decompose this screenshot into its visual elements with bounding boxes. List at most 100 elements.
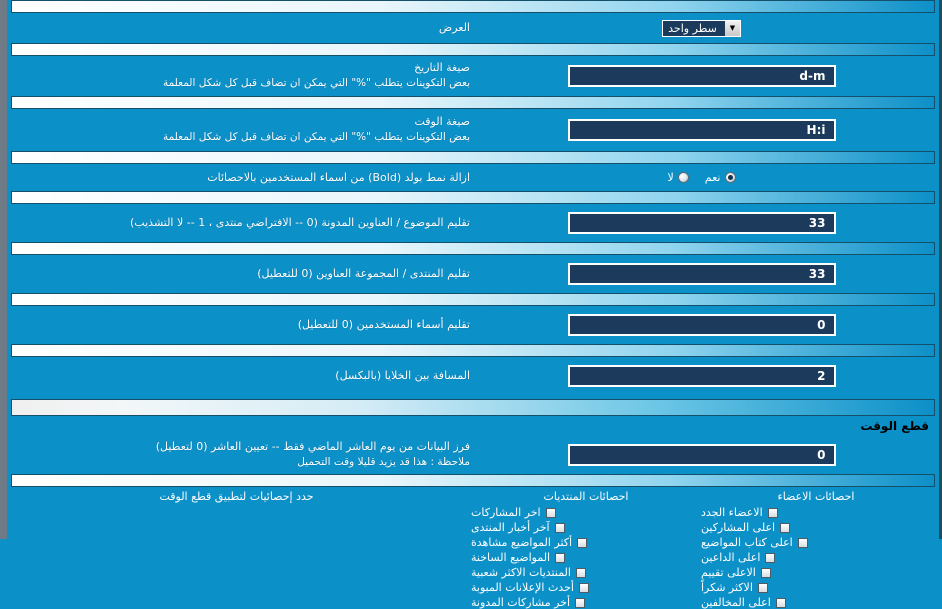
members-stats-list: الاعضاء الجدد اعلى المشاركين اعلى كتاب ا…	[701, 503, 931, 609]
radio-no-icon[interactable]	[677, 172, 689, 183]
row-trim-forum: تقليم المنتدى / المجموعة العناوين (0 للت…	[7, 255, 939, 293]
trim-thread-label: تقليم الموضوع / العناوين المدونة (0 -- ا…	[130, 216, 470, 230]
checkbox-label: الاعضاء الجدد	[701, 506, 763, 519]
checkbox-row[interactable]: المنتديات الاكثر شعبية	[471, 566, 586, 579]
checkbox-icon[interactable]	[545, 507, 556, 518]
separator-6	[11, 293, 935, 306]
separator-8	[11, 474, 935, 487]
trim-username-input[interactable]	[567, 314, 836, 336]
checkbox-row[interactable]: اعلى المخالفين	[701, 596, 786, 609]
checkbox-icon[interactable]	[797, 537, 808, 548]
row-time-format: صيغة الوقت بعض التكوينات يتطلب "%" التي …	[7, 109, 939, 151]
row-trim-thread: تقليم الموضوع / العناوين المدونة (0 -- ا…	[7, 204, 939, 242]
checkbox-label: اعلى المخالفين	[701, 596, 771, 609]
checkbox-label: اخر المشاركات	[471, 506, 541, 519]
checkbox-icon[interactable]	[575, 597, 586, 608]
stats-columns-body: الاعضاء الجدد اعلى المشاركين اعلى كتاب ا…	[7, 503, 939, 609]
members-column-header: احصائات الاعضاء	[777, 490, 855, 503]
date-format-input[interactable]	[567, 65, 836, 87]
checkbox-icon[interactable]	[760, 567, 771, 578]
checkbox-row[interactable]: اعلى الداعين	[701, 551, 776, 564]
time-cut-days-input[interactable]	[567, 444, 836, 466]
cell-spacing-input[interactable]	[567, 365, 836, 387]
checkbox-icon[interactable]	[757, 582, 768, 593]
checkbox-icon[interactable]	[577, 537, 588, 548]
checkbox-row[interactable]: الاعضاء الجدد	[701, 506, 778, 519]
time-cut-days-label-text: فرز البيانات من يوم العاشر الماضي فقط --…	[155, 440, 470, 454]
separator-5	[11, 242, 935, 255]
trim-thread-input[interactable]	[567, 212, 836, 234]
trim-forum-input[interactable]	[567, 263, 836, 285]
checkbox-label: اعلى كتاب المواضيع	[701, 536, 793, 549]
checkbox-label: أخر مشاركات المدونة	[471, 596, 571, 609]
separator-3	[11, 151, 935, 164]
row-trim-username: تقليم أسماء المستخدمين (0 للتعطيل)	[7, 306, 939, 344]
separator-2	[11, 96, 935, 109]
checkbox-icon[interactable]	[578, 582, 589, 593]
checkbox-icon[interactable]	[765, 552, 776, 563]
admin-settings-page: ▼ سطر واحد العرض صيغة التاريخ بعض التكوي…	[0, 0, 942, 609]
time-format-label-text: صيغة الوقت	[414, 115, 470, 129]
checkbox-label: اعلى المشاركين	[701, 521, 776, 534]
display-select-value: سطر واحد	[668, 21, 717, 35]
checkbox-label: المواضيع الساخنة	[471, 551, 551, 564]
trim-username-label: تقليم أسماء المستخدمين (0 للتعطيل)	[297, 318, 470, 332]
remove-bold-radiogroup: نعم لا	[668, 171, 736, 184]
display-select[interactable]: ▼ سطر واحد	[662, 19, 741, 37]
time-format-field	[472, 119, 931, 141]
display-label: العرض	[438, 21, 470, 35]
checkbox-row[interactable]: أخر مشاركات المدونة	[471, 596, 586, 609]
stats-columns-header: احصائات الاعضاء احصائات المنتديات حدد إح…	[7, 490, 939, 503]
checkbox-row[interactable]: الاعلى تقييم	[701, 566, 771, 579]
time-cut-days-label: فرز البيانات من يوم العاشر الماضي فقط --…	[15, 439, 472, 470]
cell-spacing-field	[472, 365, 931, 387]
checkbox-label: آخر أخبار المنتدى	[471, 521, 550, 534]
checkbox-row[interactable]: آخر أخبار المنتدى	[471, 521, 565, 534]
checkbox-label: أكثر المواضيع مشاهدة	[471, 536, 573, 549]
remove-bold-field: نعم لا	[472, 171, 931, 184]
time-format-hint: بعض التكوينات يتطلب "%" التي يمكن ان تضا…	[162, 131, 470, 144]
checkbox-label: اعلى الداعين	[701, 551, 761, 564]
time-format-label: صيغة الوقت بعض التكوينات يتطلب "%" التي …	[15, 114, 472, 145]
date-format-label-text: صيغة التاريخ	[414, 61, 470, 75]
time-format-input[interactable]	[567, 119, 836, 141]
display-select-field: ▼ سطر واحد	[472, 19, 931, 37]
trim-username-field	[472, 314, 931, 336]
date-format-hint: بعض التكوينات يتطلب "%" التي يمكن ان تضا…	[162, 77, 470, 90]
checkbox-icon[interactable]	[575, 567, 586, 578]
checkbox-row[interactable]: أحدث الإعلانات المبوبة	[471, 581, 589, 594]
checkbox-icon[interactable]	[775, 597, 786, 608]
checkbox-icon[interactable]	[554, 522, 565, 533]
forums-column-header: احصائات المنتديات	[543, 490, 629, 503]
separator-1	[11, 43, 935, 56]
radio-option-no[interactable]: لا	[668, 171, 689, 184]
checkbox-row[interactable]: اعلى كتاب المواضيع	[701, 536, 808, 549]
checkbox-icon[interactable]	[555, 552, 566, 563]
checkbox-row[interactable]: المواضيع الساخنة	[471, 551, 566, 564]
row-date-format: صيغة التاريخ بعض التكوينات يتطلب "%" الت…	[7, 56, 939, 96]
checkbox-row[interactable]: الاكثر شكراً	[701, 581, 768, 594]
radio-option-yes[interactable]: نعم	[705, 171, 736, 184]
checkbox-row[interactable]: اعلى المشاركين	[701, 521, 791, 534]
date-format-label: صيغة التاريخ بعض التكوينات يتطلب "%" الت…	[15, 60, 472, 91]
checkbox-row[interactable]: أكثر المواضيع مشاهدة	[471, 536, 588, 549]
chevron-down-icon[interactable]: ▼	[723, 20, 740, 36]
trim-forum-field	[472, 263, 931, 285]
forums-stats-column: اخر المشاركات آخر أخبار المنتدى أكثر الم…	[471, 503, 701, 609]
checkbox-label: المنتديات الاكثر شعبية	[471, 566, 571, 579]
date-format-field	[472, 65, 931, 87]
separator-7	[11, 344, 935, 357]
forums-stats-list: اخر المشاركات آخر أخبار المنتدى أكثر الم…	[471, 503, 701, 609]
checkbox-icon[interactable]	[767, 507, 778, 518]
remove-bold-label: ازالة نمط بولد (Bold) من اسماء المستخدمي…	[207, 170, 470, 184]
row-remove-bold: نعم لا ازالة نمط بولد (Bold) من اسماء ال…	[7, 164, 939, 191]
checkbox-row[interactable]: اخر المشاركات	[471, 506, 556, 519]
stats-prompt-column	[4, 503, 471, 609]
stats-columns-prompt: حدد إحصائيات لتطبيق قطع الوقت	[159, 490, 314, 503]
time-cut-days-note: ملاحظة : هذا قد يزيد قليلا وقت التحميل	[297, 456, 470, 469]
checkbox-icon[interactable]	[780, 522, 791, 533]
radio-yes-label: نعم	[704, 171, 721, 184]
radio-yes-icon[interactable]	[724, 172, 736, 183]
settings-form: ▼ سطر واحد العرض صيغة التاريخ بعض التكوي…	[7, 0, 939, 609]
radio-no-label: لا	[667, 171, 674, 184]
